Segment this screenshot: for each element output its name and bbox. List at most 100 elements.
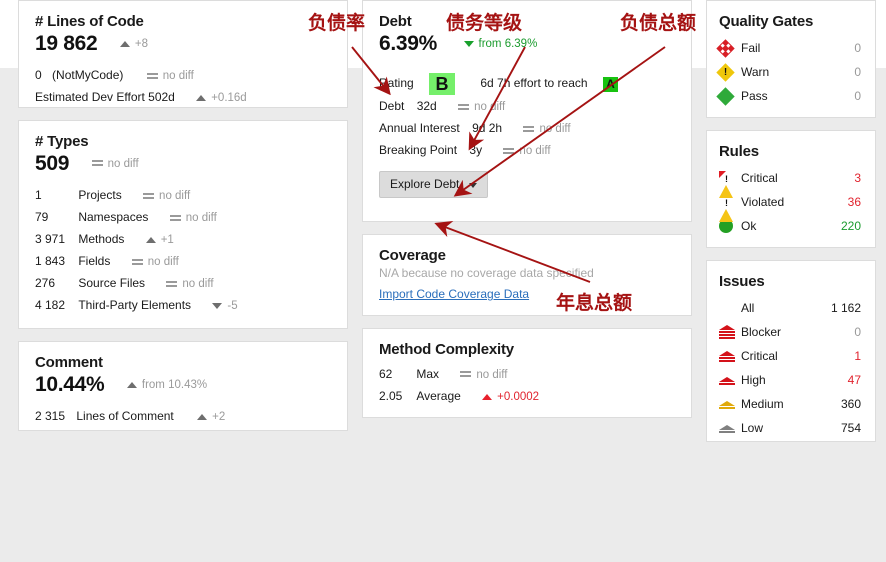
row-delta: +2 xyxy=(212,411,226,424)
dashboard-root: # Lines of Code 19 862 +8 0 (NotMyCode) … xyxy=(0,0,886,562)
panel-comment[interactable]: Comment 10.44% from 10.43% 2 315 Lines o… xyxy=(18,341,348,431)
row-label: Blocker xyxy=(741,325,782,339)
list-item[interactable]: Ok 220 xyxy=(719,214,861,238)
warn-diamond-icon: ! xyxy=(716,62,741,82)
row-delta: no diff xyxy=(159,190,191,203)
row-delta: no diff xyxy=(147,256,179,269)
row-value: 79 xyxy=(35,210,49,225)
row-label: Source Files xyxy=(78,276,146,291)
list-item: 79 Namespaces no diff xyxy=(35,207,333,229)
row-count: 47 xyxy=(847,373,861,387)
triangle-up-icon xyxy=(197,414,208,421)
rating-row: Rating B 6d 7h effort to reach A xyxy=(379,70,677,96)
row-label: Debt xyxy=(379,99,405,114)
triangle-up-icon xyxy=(126,381,137,388)
panel-title: Coverage xyxy=(379,247,446,264)
list-item: Debt 32d no diff xyxy=(379,96,677,118)
row-label: Lines of Comment xyxy=(76,409,174,424)
panel-lines-of-code[interactable]: # Lines of Code 19 862 +8 0 (NotMyCode) … xyxy=(18,0,348,108)
list-item[interactable]: Critical 1 xyxy=(719,344,861,368)
row-delta: +0.0002 xyxy=(497,391,540,403)
metric-headline: 19 862 +8 xyxy=(35,32,333,56)
row-label: Critical xyxy=(741,349,778,363)
list-item[interactable]: ! Warn 0 xyxy=(716,60,861,84)
row-count: 36 xyxy=(847,195,861,209)
metric-delta-text: no diff xyxy=(107,158,139,170)
row-value: 2 315 xyxy=(35,409,66,424)
list-item[interactable]: Blocker 0 xyxy=(719,320,861,344)
list-item[interactable]: Pass 0 xyxy=(716,84,861,108)
metric-delta: +8 xyxy=(119,32,149,56)
row-value: 4 182 xyxy=(35,298,66,313)
panel-method-complexity[interactable]: Method Complexity 62 Max no diff 2.05 Av… xyxy=(362,328,692,418)
equals-icon xyxy=(460,371,472,378)
equals-icon xyxy=(143,192,155,200)
panel-issues[interactable]: Issues All 1 162 Blocker 0 Critical 1 Hi… xyxy=(706,260,876,442)
metric-value: 10.44% xyxy=(35,373,105,396)
row-label: Low xyxy=(741,421,764,435)
row-delta: +1 xyxy=(160,234,174,247)
list-item[interactable]: ! Critical 3 xyxy=(719,166,861,198)
row-label: Pass xyxy=(741,89,768,103)
list-item[interactable]: Fail 0 xyxy=(716,36,861,60)
list-item: Estimated Dev Effort 502d +0.16d xyxy=(35,87,333,109)
annotation-label-debt-total: 负债总额 xyxy=(620,12,697,34)
row-label: Third-Party Elements xyxy=(78,298,192,313)
row-label: Fail xyxy=(741,41,761,55)
import-coverage-link[interactable]: Import Code Coverage Data xyxy=(379,287,529,301)
row-label: Methods xyxy=(78,232,125,247)
row-count: 220 xyxy=(840,219,861,233)
middle-column: Debt 6.39% from 6.39% Rating B 6d 7h eff… xyxy=(362,0,692,430)
metric-delta: from 6.39% xyxy=(463,32,537,56)
effort-text: 6d 7h effort to reach xyxy=(480,76,588,91)
row-value: 32d xyxy=(416,99,437,114)
row-count: 754 xyxy=(840,421,861,435)
row-count: 1 162 xyxy=(830,301,861,315)
panel-quality-gates[interactable]: Quality Gates Fail 0 ! Warn 0 Pass 0 xyxy=(706,0,876,118)
annotation-label-annual-interest: 年息总额 xyxy=(556,292,633,314)
rating-label: Rating xyxy=(379,76,414,91)
panel-types[interactable]: # Types 509 no diff 1 Projects no diff 7… xyxy=(18,120,348,329)
row-count: 0 xyxy=(854,89,861,103)
explore-debt-button[interactable]: Explore Debt xyxy=(379,171,489,199)
row-label: Estimated Dev Effort 502d xyxy=(35,90,175,105)
triangle-up-icon xyxy=(119,40,130,47)
severity-medium-icon xyxy=(719,397,741,411)
coverage-note: N/A because no coverage data specified xyxy=(379,266,594,280)
metric-delta-text: +8 xyxy=(134,38,149,50)
panel-rules[interactable]: Rules ! Critical 3 ! Violated 36 Ok 220 xyxy=(706,130,876,248)
row-count: 0 xyxy=(854,65,861,79)
row-value: 3 971 xyxy=(35,232,66,247)
equals-icon xyxy=(169,214,181,222)
list-item[interactable]: All 1 162 xyxy=(719,296,861,320)
panel-title: # Lines of Code xyxy=(35,13,144,30)
row-label: (NotMyCode) xyxy=(52,68,124,83)
row-delta: +0.16d xyxy=(211,92,247,105)
panel-title: Method Complexity xyxy=(379,341,514,358)
equals-icon xyxy=(503,147,515,155)
triangle-up-icon xyxy=(145,237,156,244)
list-item: 62 Max no diff xyxy=(379,364,677,386)
pass-diamond-icon xyxy=(716,86,741,106)
list-item[interactable]: Low 754 xyxy=(719,416,861,440)
panel-coverage[interactable]: Coverage N/A because no coverage data sp… xyxy=(362,234,692,316)
equals-icon xyxy=(166,280,178,288)
row-label: Violated xyxy=(741,195,785,209)
metric-value: 19 862 xyxy=(35,32,98,55)
list-item: 1 Projects no diff xyxy=(35,185,333,207)
row-label: Breaking Point xyxy=(379,143,458,158)
row-value: 0 xyxy=(35,68,42,83)
list-item[interactable]: ! Violated 36 xyxy=(719,190,861,222)
metric-delta: no diff xyxy=(91,152,139,176)
triangle-up-icon xyxy=(482,393,493,400)
list-item: Breaking Point 3y no diff xyxy=(379,140,677,162)
row-label: Warn xyxy=(741,65,770,79)
list-item: 276 Source Files no diff xyxy=(35,273,333,295)
list-item[interactable]: Medium 360 xyxy=(719,392,861,416)
panel-title: Issues xyxy=(719,273,765,290)
list-item[interactable]: High 47 xyxy=(719,368,861,392)
row-label: High xyxy=(741,373,766,387)
triangle-down-icon xyxy=(212,303,223,310)
metric-headline: 10.44% from 10.43% xyxy=(35,373,333,397)
row-delta: no diff xyxy=(539,123,571,136)
